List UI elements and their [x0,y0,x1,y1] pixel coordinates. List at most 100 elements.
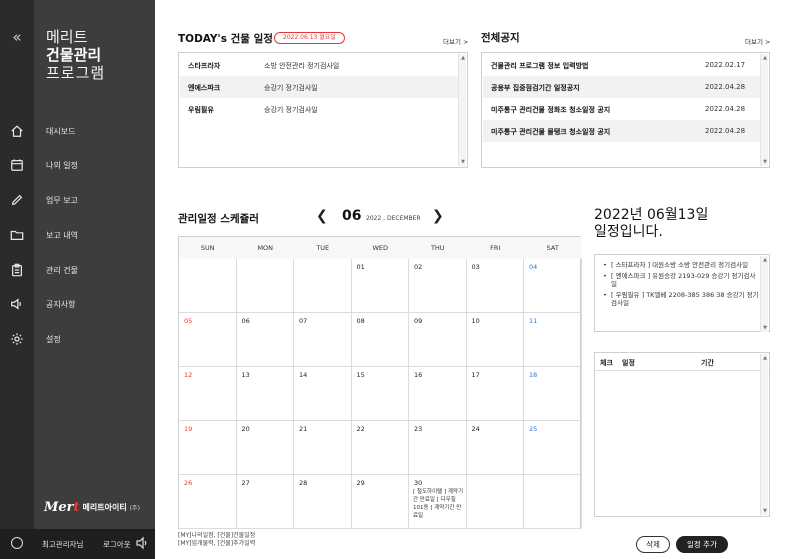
sidebar-item-settings[interactable]: 설정 [46,334,61,345]
scroll-down-icon[interactable]: ▼ [459,159,467,165]
calendar-day-cell[interactable]: 03 [466,259,524,313]
today-scrollbar[interactable]: ▲ ▼ [458,54,466,166]
notice-row[interactable]: 미주통구 관리건물 물탱크 청소일정 공지 2022.04.28 [483,120,760,142]
weekday-header: TUE [294,237,352,259]
calendar-day-cell [466,475,524,529]
calendar-day-cell[interactable]: 23 [409,421,467,475]
scroll-down-icon[interactable]: ▼ [761,159,769,165]
calendar-day-number: 28 [299,479,308,487]
calendar-day-cell[interactable]: 25 [524,421,582,475]
sidebar-item-notices[interactable]: 공지사항 [46,299,75,310]
calendar-day-cell[interactable]: 24 [466,421,524,475]
calendar-day-cell[interactable]: 22 [351,421,409,475]
notice-more-link[interactable]: 더보기 > [745,36,770,46]
calendar-day-cell[interactable]: 01 [351,259,409,313]
sidebar-item-report-history[interactable]: 보고 내역 [46,230,78,241]
app-root: « 메리트 건물관리 프로그램 대시보드 나의 일정 업무 보고 보고 내역 관… [0,0,796,559]
notice-row[interactable]: 미주통구 관리건물 정화조 청소일정 공지 2022.04.28 [483,98,760,120]
calendar-day-cell[interactable]: 29 [351,475,409,529]
sidebar-item-work-report[interactable]: 업무 보고 [46,195,78,206]
calendar-day-cell[interactable]: 14 [294,367,352,421]
today-row[interactable]: 스타프라자 소방 안전관리 정기검사일 [180,54,458,76]
clipboard-icon[interactable] [9,262,25,278]
company-logo: Mert 메리트아이티 (주) [44,500,140,515]
today-row[interactable]: 우림필유 승강기 정기검사일 [180,98,458,120]
calendar-day-cell[interactable]: 17 [466,367,524,421]
calendar-day-cell[interactable]: 28 [294,475,352,529]
calendar-day-cell[interactable]: 05 [179,313,237,367]
calendar-day-cell[interactable]: 30[ 철도하이텔 ] 계약기간 만료일 [ 다우힐101동 ] 계약기간 만료… [409,475,467,529]
today-row[interactable]: 엔에스파크 승강기 정기검사일 [180,76,458,98]
delete-button[interactable]: 삭제 [636,536,670,553]
notice-row-date: 2022.04.28 [705,83,746,91]
logout-button[interactable]: 로그아웃 [103,539,131,550]
calendar-event[interactable]: [ 철도하이텔 ] 계약기간 만료일 [ 다우힐101동 ] 계약기간 만료일 [413,488,465,520]
weekday-header: MON [236,237,294,259]
calendar-day-cell[interactable]: 10 [466,313,524,367]
logo-mark-accent: t [73,500,80,515]
notice-row[interactable]: 공용부 집중점검기간 일정공지 2022.04.28 [483,76,760,98]
calendar-day-number: 25 [529,425,538,433]
calendar-day-cell[interactable]: 21 [294,421,352,475]
weekday-header: SUN [179,237,237,259]
add-schedule-button[interactable]: 일정 추가 [676,536,728,553]
calendar-day-cell[interactable]: 04 [524,259,582,313]
gear-icon[interactable] [9,331,25,347]
day-schedule-list: [ 스타프라자 ] 대원소방 소방 안전관리 정기검사일 [ 엔에스파크 ] 유… [594,254,770,332]
calendar-day-cell [179,259,237,313]
collapse-icon[interactable]: « [0,28,34,46]
calendar-day-cell[interactable]: 02 [409,259,467,313]
sidebar-item-my-schedule[interactable]: 나의 일정 [46,160,78,171]
calendar-day-cell[interactable]: 08 [351,313,409,367]
calendar-day-cell[interactable]: 20 [236,421,294,475]
day-schedule-item[interactable]: [ 엔에스파크 ] 유원승강 2193-029 승강기 정기검사일 [603,272,761,289]
calendar-day-number: 18 [529,371,538,379]
calendar-day-cell[interactable]: 27 [236,475,294,529]
brand-line-1: 메리트 [46,28,88,46]
notice-row-date: 2022.04.28 [705,105,746,113]
scheduler-title: 관리일정 스케쥴러 [178,213,259,225]
notice-row[interactable]: 건물관리 프로그램 정보 입력방법 2022.02.17 [483,54,760,76]
calendar-day-cell[interactable]: 12 [179,367,237,421]
scroll-up-icon[interactable]: ▲ [761,355,769,361]
next-month-button[interactable]: ❯ [432,208,444,224]
scroll-up-icon[interactable]: ▲ [761,257,769,263]
scroll-up-icon[interactable]: ▲ [761,55,769,61]
calendar-day-cell[interactable]: 15 [351,367,409,421]
folder-icon[interactable] [9,227,25,243]
logout-speaker-icon[interactable] [136,536,148,550]
day-schedule-scrollbar[interactable]: ▲ ▼ [760,256,768,332]
pencil-icon[interactable] [9,192,25,208]
scroll-down-icon[interactable]: ▼ [761,325,769,331]
check-table-scrollbar[interactable]: ▲ ▼ [760,354,768,515]
calendar-day-cell[interactable]: 07 [294,313,352,367]
scroll-up-icon[interactable]: ▲ [459,55,467,61]
sidebar-item-dashboard[interactable]: 대시보드 [46,126,75,137]
today-task: 소방 안전관리 정기검사일 [264,62,340,70]
today-list: 스타프라자 소방 안전관리 정기검사일 엔에스파크 승강기 정기검사일 우림필유… [178,52,468,168]
calendar-day-cell[interactable]: 13 [236,367,294,421]
calendar-day-cell[interactable]: 11 [524,313,582,367]
notice-row-date: 2022.04.28 [705,127,746,135]
home-icon[interactable] [9,123,25,139]
logo-mark: Mer [44,500,74,515]
calendar-day-cell[interactable]: 16 [409,367,467,421]
weekday-header: THU [409,237,467,259]
scroll-down-icon[interactable]: ▼ [761,508,769,514]
calendar-day-cell[interactable]: 09 [409,313,467,367]
brand-line-2: 건물관리 [46,46,102,64]
calendar-day-cell[interactable]: 06 [236,313,294,367]
calendar-day-number: 16 [414,371,423,379]
day-schedule-item[interactable]: [ 스타프라자 ] 대원소방 소방 안전관리 정기검사일 [603,261,761,270]
day-schedule-item[interactable]: [ 우림필유 ] TK엘베 2208-385 386 38 승강기 정기검사일 [603,291,761,308]
calendar-day-cell[interactable]: 19 [179,421,237,475]
prev-month-button[interactable]: ❮ [316,208,328,224]
notice-row-title: 미주통구 관리건물 정화조 청소일정 공지 [491,106,611,114]
speaker-icon[interactable] [9,296,25,312]
calendar-day-cell[interactable]: 18 [524,367,582,421]
notice-scrollbar[interactable]: ▲ ▼ [760,54,768,166]
calendar-day-cell[interactable]: 26 [179,475,237,529]
calendar-icon[interactable] [9,157,25,173]
sidebar-item-buildings[interactable]: 관리 건물 [46,265,78,276]
today-more-link[interactable]: 더보기 > [443,36,468,46]
